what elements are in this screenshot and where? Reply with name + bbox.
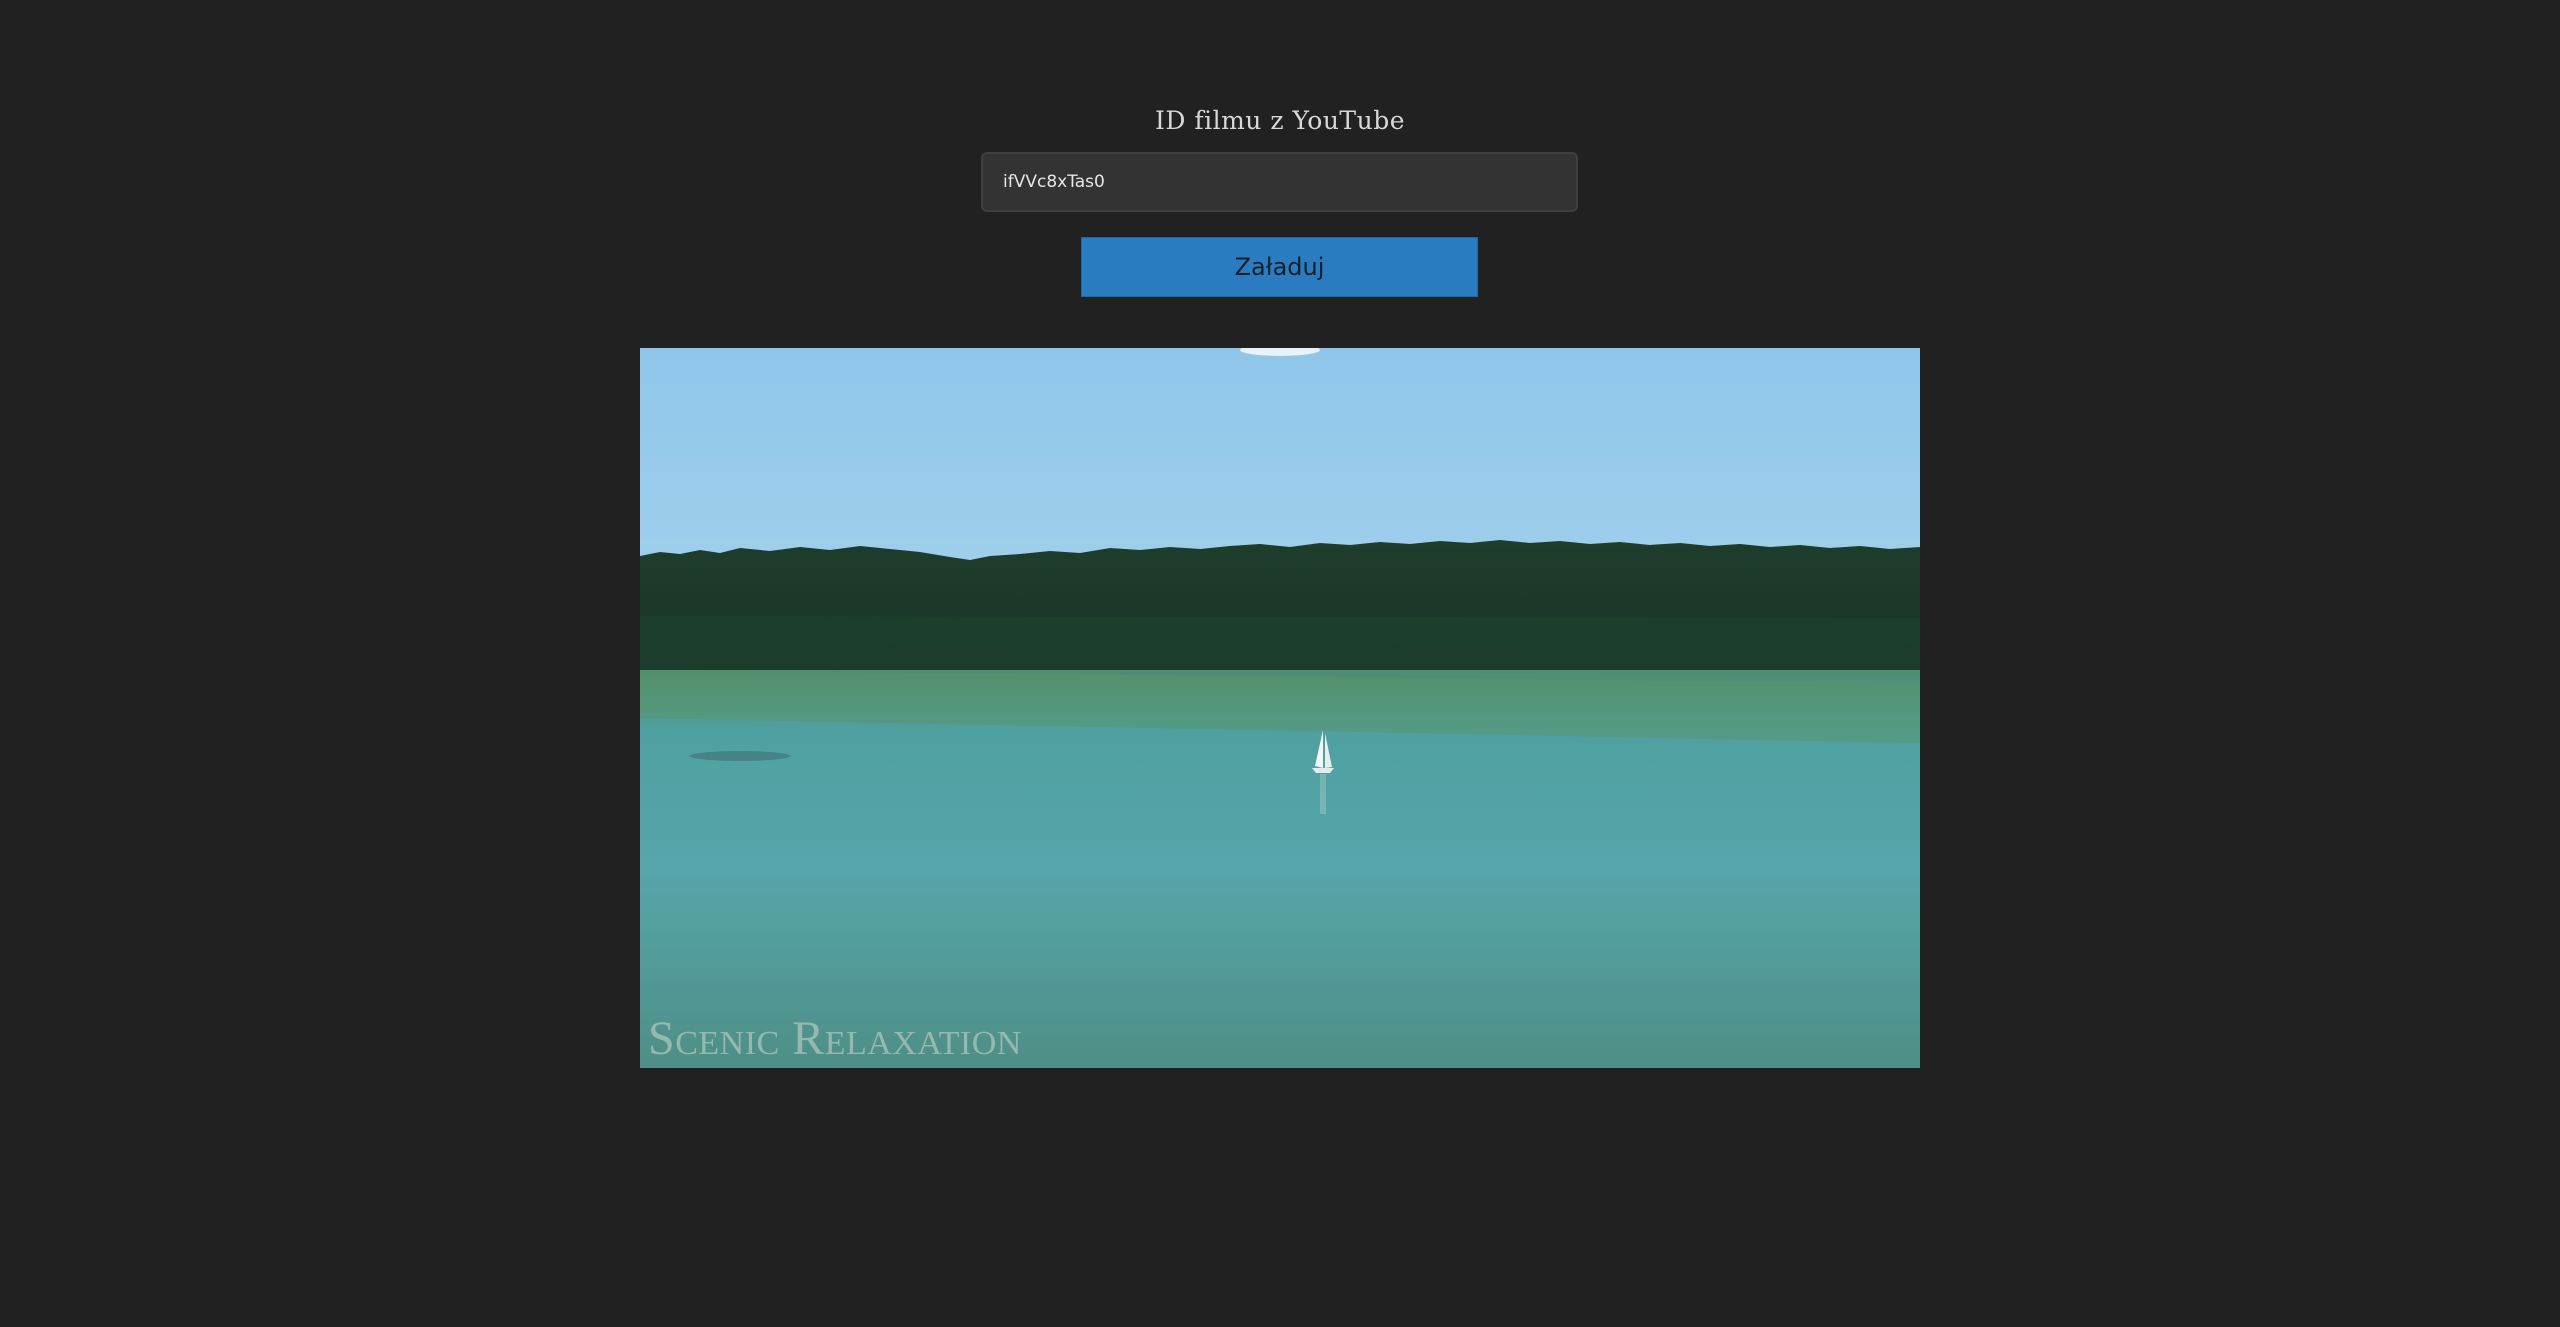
- video-id-label: ID filmu z YouTube: [1154, 106, 1406, 135]
- load-button[interactable]: Załaduj: [1081, 237, 1478, 297]
- video-player[interactable]: Scenic Relaxation: [640, 348, 1920, 1068]
- page: ID filmu z YouTube Załaduj: [0, 0, 2560, 1327]
- channel-watermark: Scenic Relaxation: [648, 1012, 1022, 1065]
- video-frame: [640, 348, 1920, 1068]
- video-id-input[interactable]: [981, 152, 1578, 212]
